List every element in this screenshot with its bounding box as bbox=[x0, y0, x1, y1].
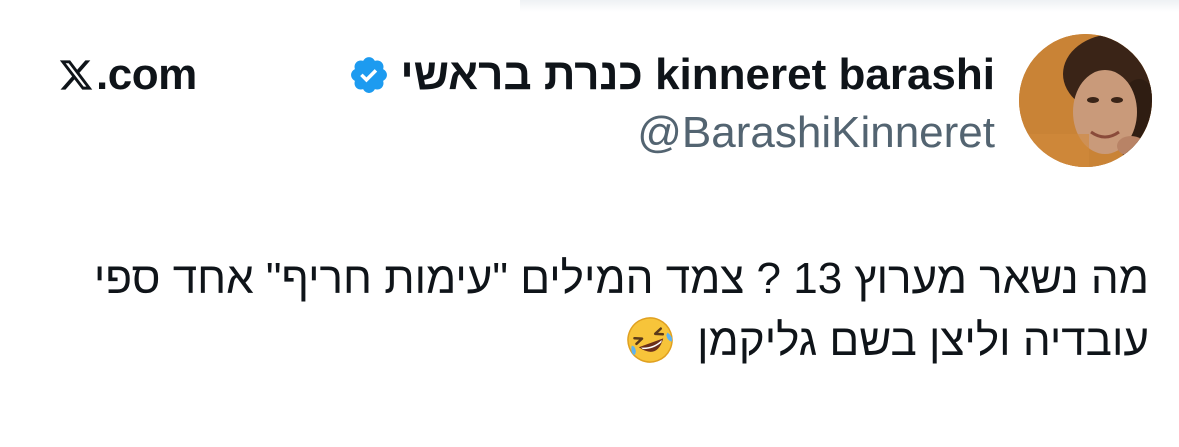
author-name-row: כנרת בראשי kinneret barashi bbox=[235, 48, 995, 102]
tweet-line-2: עובדיה וליצן בשם גליקמן bbox=[29, 310, 1149, 372]
rolling-on-floor-laughing-emoji-icon bbox=[625, 315, 675, 365]
tweet-body: מה נשאר מערוץ 13 ? צמד המילים "עימות חרי… bbox=[29, 248, 1149, 372]
avatar-photo bbox=[1019, 34, 1152, 167]
tweet-line-2-text: עובדיה וליצן בשם גליקמן bbox=[697, 316, 1149, 365]
author-handle[interactable]: @BarashiKinneret bbox=[235, 108, 995, 158]
site-brand: .com bbox=[58, 50, 197, 100]
author-avatar[interactable] bbox=[1019, 34, 1152, 167]
author-display-name[interactable]: כנרת בראשי kinneret barashi bbox=[400, 50, 995, 100]
verified-badge-icon bbox=[348, 54, 390, 96]
top-edge-fade bbox=[520, 0, 1179, 12]
site-domain-label: .com bbox=[96, 50, 197, 99]
x-logo-icon bbox=[58, 57, 94, 93]
tweet-line-1: מה נשאר מערוץ 13 ? צמד המילים "עימות חרי… bbox=[93, 254, 1149, 303]
author-info: כנרת בראשי kinneret barashi @BarashiKinn… bbox=[235, 48, 995, 158]
